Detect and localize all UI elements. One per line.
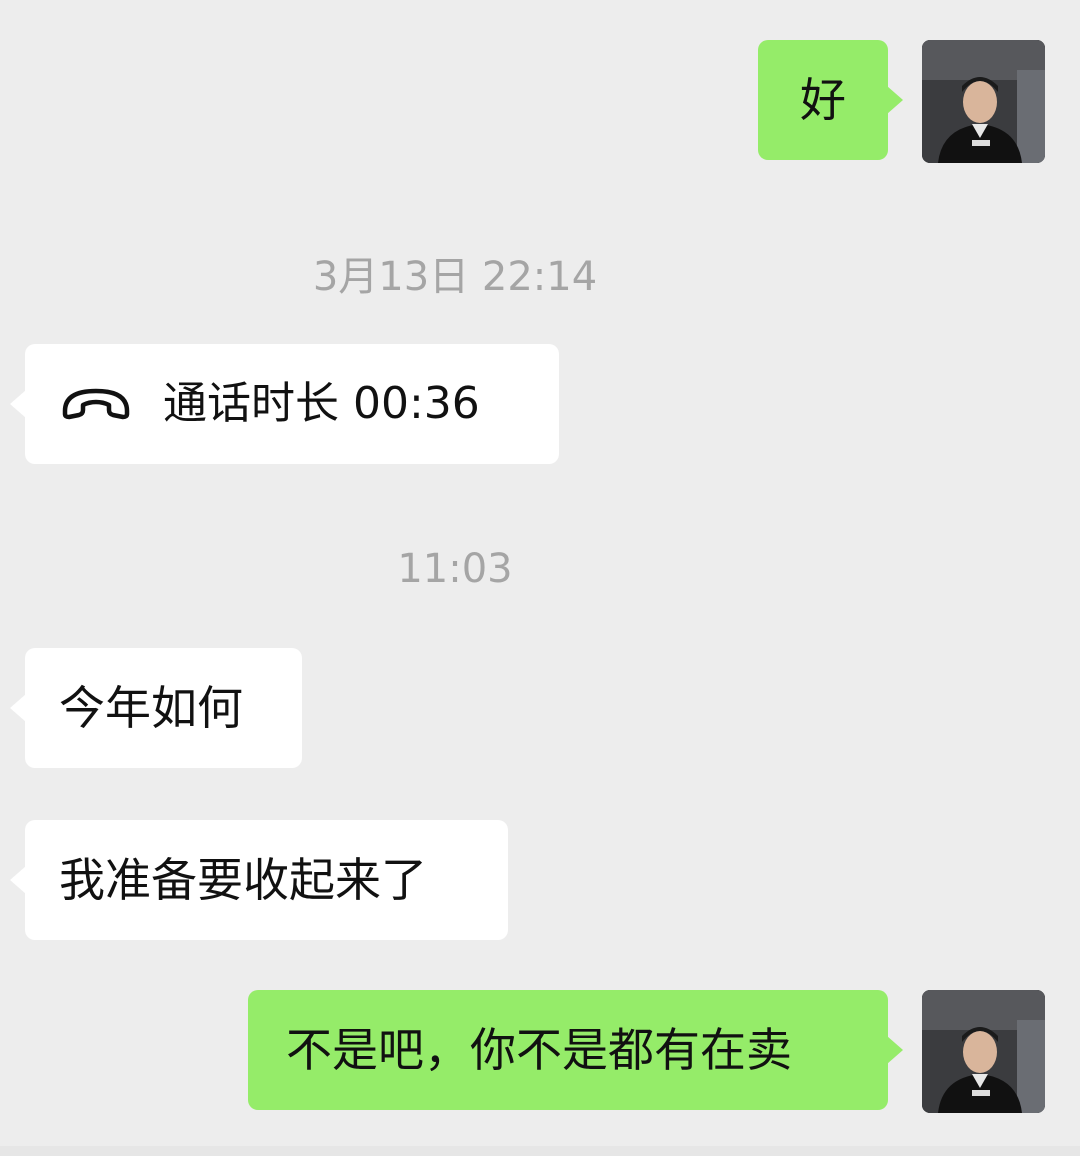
- timestamp: 3月13日 22:14: [312, 254, 598, 300]
- incoming-message-bubble[interactable]: 今年如何: [10, 648, 302, 768]
- bottom-edge: [0, 1146, 1080, 1156]
- avatar-image: [922, 990, 1045, 1113]
- message-text: 今年如何: [59, 681, 243, 735]
- outgoing-message-bubble[interactable]: 好: [758, 40, 903, 160]
- message-text: 不是吧，你不是都有在卖: [286, 1023, 792, 1077]
- phone-hangup-icon: [62, 388, 130, 420]
- user-avatar[interactable]: [922, 40, 1045, 163]
- incoming-call-bubble[interactable]: 通话时长 00:36: [10, 344, 559, 464]
- user-avatar[interactable]: [922, 990, 1045, 1113]
- incoming-message-bubble[interactable]: 我准备要收起来了: [10, 820, 508, 940]
- message-text: 我准备要收起来了: [59, 853, 427, 907]
- avatar-image: [922, 40, 1045, 163]
- message-text: 好: [800, 73, 846, 127]
- timestamp: 11:03: [397, 546, 513, 592]
- call-duration-text: 通话时长 00:36: [163, 378, 480, 429]
- outgoing-message-bubble[interactable]: 不是吧，你不是都有在卖: [248, 990, 903, 1110]
- chat-window: 好 3月13日 22:14 通话时长 00:36 11:03 今年如何 我准备要…: [0, 0, 1080, 1156]
